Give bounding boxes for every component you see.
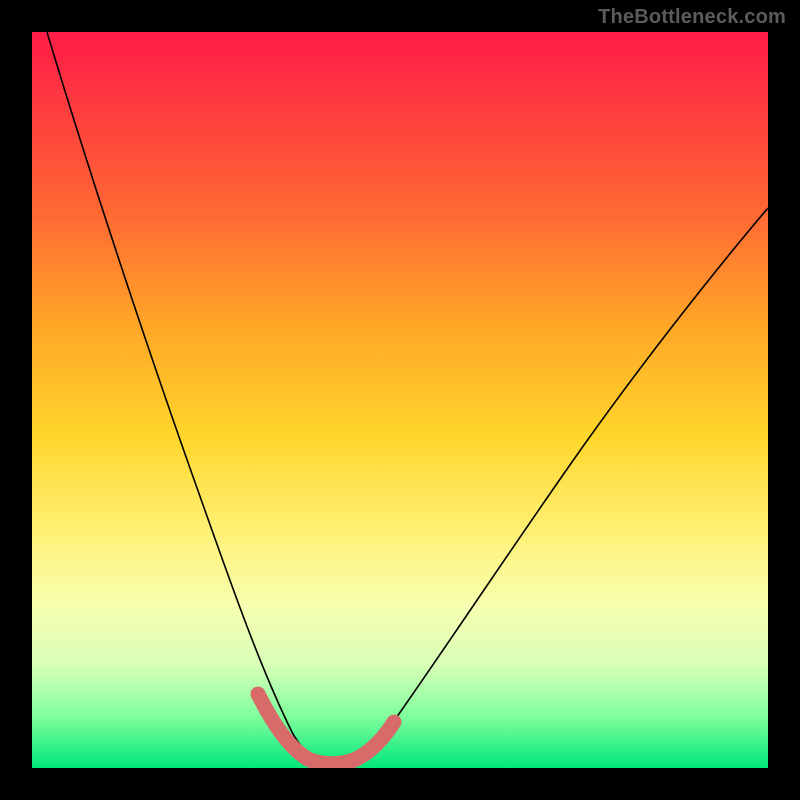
chart-frame: TheBottleneck.com xyxy=(0,0,800,800)
plot-area xyxy=(32,32,768,768)
watermark-text: TheBottleneck.com xyxy=(598,6,786,29)
bottleneck-curve xyxy=(47,32,768,763)
chart-svg xyxy=(32,32,768,768)
